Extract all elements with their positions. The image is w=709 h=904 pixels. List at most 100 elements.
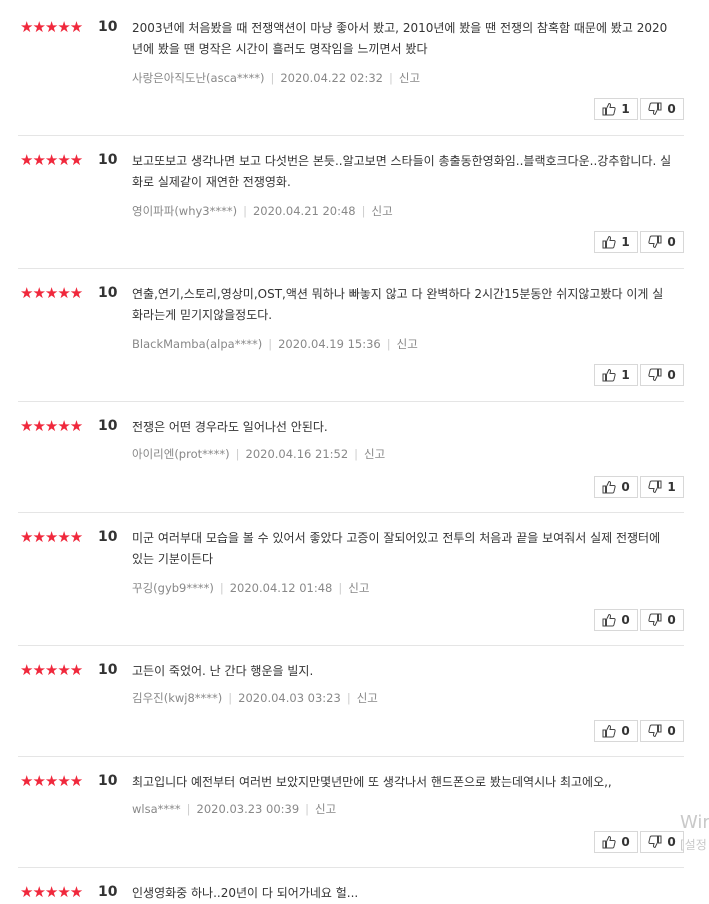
review-text: 고든이 죽었어. 난 간다 행운을 빌지. bbox=[132, 664, 314, 678]
review-item: ★★★★★ 10 2003년에 처음봤을 때 전쟁액션이 마냥 좋아서 봤고, … bbox=[18, 18, 684, 136]
review-text: 보고또보고 생각나면 보고 다섯번은 본듯..알고보면 스타들이 총출동한영화임… bbox=[132, 154, 672, 189]
thumbs-up-button[interactable]: 1 bbox=[594, 231, 638, 253]
score: 10 bbox=[98, 773, 118, 789]
review-meta: 아이리엔(prot****) | 2020.04.16 21:52 | 신고 bbox=[132, 446, 385, 462]
vote-buttons: 01 bbox=[592, 476, 684, 498]
star-rating: ★★★★★ bbox=[20, 772, 83, 790]
star-rating: ★★★★★ bbox=[20, 151, 83, 169]
thumbs-down-count: 0 bbox=[667, 368, 676, 382]
review-item: ★★★★★ 10 인생영화중 하나..20년이 다 되어가네요 헐... bbox=[18, 883, 684, 901]
report-link[interactable]: 신고 bbox=[399, 71, 420, 85]
review-item: ★★★★★ 10 미군 여러부대 모습을 볼 수 있어서 좋았다 고증이 잘되어… bbox=[18, 528, 684, 646]
user-name[interactable]: 사랑은아직도난(asca****) bbox=[132, 71, 264, 85]
thumbs-down-button[interactable]: 0 bbox=[640, 231, 684, 253]
thumbs-up-icon bbox=[602, 102, 616, 116]
user-name[interactable]: 아이리엔(prot****) bbox=[132, 447, 230, 461]
user-name[interactable]: 영이파파(why3****) bbox=[132, 204, 237, 218]
divider: | bbox=[270, 71, 275, 85]
star-rating: ★★★★★ bbox=[20, 417, 83, 435]
thumbs-up-count: 0 bbox=[621, 480, 630, 494]
thumbs-up-count: 0 bbox=[621, 835, 630, 849]
thumbs-down-icon bbox=[648, 368, 662, 382]
thumbs-down-count: 0 bbox=[667, 102, 676, 116]
thumbs-up-icon bbox=[602, 724, 616, 738]
thumbs-up-icon bbox=[602, 835, 616, 849]
thumbs-down-icon bbox=[648, 613, 662, 627]
review-item: ★★★★★ 10 보고또보고 생각나면 보고 다섯번은 본듯..알고보면 스타들… bbox=[18, 151, 684, 269]
thumbs-down-button[interactable]: 0 bbox=[640, 831, 684, 853]
vote-buttons: 00 bbox=[592, 831, 684, 853]
thumbs-up-icon bbox=[602, 613, 616, 627]
thumbs-up-count: 0 bbox=[621, 724, 630, 738]
user-name[interactable]: 꾸깅(gyb9****) bbox=[132, 581, 214, 595]
divider: | bbox=[228, 691, 233, 705]
divider: | bbox=[354, 447, 359, 461]
review-item: ★★★★★ 10 연출,연기,스토리,영상미,OST,액션 뭐하나 빠놓지 않고… bbox=[18, 284, 684, 402]
review-date: 2020.04.21 20:48 bbox=[252, 204, 356, 218]
review-item: ★★★★★ 10 최고입니다 예전부터 여러번 보았지만몇년만에 또 생각나서 … bbox=[18, 772, 684, 868]
activation-watermark: Wir bbox=[680, 812, 709, 833]
review-meta: 꾸깅(gyb9****) | 2020.04.12 01:48 | 신고 bbox=[132, 580, 369, 596]
score: 10 bbox=[98, 662, 118, 678]
thumbs-down-icon bbox=[648, 102, 662, 116]
thumbs-up-button[interactable]: 0 bbox=[594, 831, 638, 853]
divider: | bbox=[361, 204, 366, 218]
thumbs-up-button[interactable]: 0 bbox=[594, 720, 638, 742]
thumbs-down-icon bbox=[648, 835, 662, 849]
review-date: 2020.04.03 03:23 bbox=[238, 691, 341, 705]
review-item: ★★★★★ 10 고든이 죽었어. 난 간다 행운을 빌지. 김우진(kwj8*… bbox=[18, 661, 684, 757]
star-rating: ★★★★★ bbox=[20, 284, 83, 302]
vote-buttons: 10 bbox=[592, 231, 684, 253]
thumbs-down-button[interactable]: 0 bbox=[640, 98, 684, 120]
vote-buttons: 00 bbox=[592, 609, 684, 631]
activation-watermark-sub: [설정 bbox=[680, 838, 707, 852]
thumbs-down-count: 0 bbox=[667, 235, 676, 249]
thumbs-up-button[interactable]: 0 bbox=[594, 476, 638, 498]
vote-buttons: 10 bbox=[592, 364, 684, 386]
thumbs-down-count: 0 bbox=[667, 724, 676, 738]
review-date: 2020.04.12 01:48 bbox=[229, 581, 333, 595]
score: 10 bbox=[98, 418, 118, 434]
review-date: 2020.04.22 02:32 bbox=[280, 71, 383, 85]
thumbs-up-count: 0 bbox=[621, 613, 630, 627]
report-link[interactable]: 신고 bbox=[372, 204, 393, 218]
review-text: 전쟁은 어떤 경우라도 일어나선 안된다. bbox=[132, 420, 328, 434]
review-text: 미군 여러부대 모습을 볼 수 있어서 좋았다 고증이 잘되어있고 전투의 처음… bbox=[132, 531, 661, 566]
thumbs-down-count: 1 bbox=[667, 480, 676, 494]
report-link[interactable]: 신고 bbox=[348, 581, 369, 595]
divider: | bbox=[186, 802, 191, 816]
review-text: 연출,연기,스토리,영상미,OST,액션 뭐하나 빠놓지 않고 다 완벽하다 2… bbox=[132, 287, 664, 322]
vote-buttons: 00 bbox=[592, 720, 684, 742]
score: 10 bbox=[98, 152, 118, 168]
thumbs-down-count: 0 bbox=[667, 835, 676, 849]
user-name[interactable]: wlsa**** bbox=[132, 802, 181, 816]
divider: | bbox=[338, 581, 343, 595]
review-meta: 영이파파(why3****) | 2020.04.21 20:48 | 신고 bbox=[132, 203, 393, 219]
thumbs-up-button[interactable]: 1 bbox=[594, 98, 638, 120]
thumbs-up-button[interactable]: 0 bbox=[594, 609, 638, 631]
divider: | bbox=[268, 337, 273, 351]
review-item: ★★★★★ 10 전쟁은 어떤 경우라도 일어나선 안된다. 아이리엔(prot… bbox=[18, 417, 684, 513]
report-link[interactable]: 신고 bbox=[364, 447, 385, 461]
thumbs-down-button[interactable]: 0 bbox=[640, 609, 684, 631]
score: 10 bbox=[98, 884, 118, 900]
report-link[interactable]: 신고 bbox=[315, 802, 336, 816]
thumbs-down-icon bbox=[648, 724, 662, 738]
review-text: 2003년에 처음봤을 때 전쟁액션이 마냥 좋아서 봤고, 2010년에 봤을… bbox=[132, 21, 668, 56]
review-date: 2020.04.19 15:36 bbox=[278, 337, 381, 351]
review-text: 최고입니다 예전부터 여러번 보았지만몇년만에 또 생각나서 핸드폰으로 봤는데… bbox=[132, 775, 612, 789]
report-link[interactable]: 신고 bbox=[397, 337, 418, 351]
divider: | bbox=[235, 447, 240, 461]
report-link[interactable]: 신고 bbox=[357, 691, 378, 705]
divider: | bbox=[219, 581, 224, 595]
thumbs-down-button[interactable]: 1 bbox=[640, 476, 684, 498]
divider: | bbox=[243, 204, 247, 218]
thumbs-up-count: 1 bbox=[621, 102, 630, 116]
review-meta: BlackMamba(alpa****) | 2020.04.19 15:36 | 신고 bbox=[132, 336, 418, 352]
score: 10 bbox=[98, 19, 118, 35]
user-name[interactable]: BlackMamba(alpa****) bbox=[132, 337, 262, 351]
thumbs-up-button[interactable]: 1 bbox=[594, 364, 638, 386]
thumbs-down-button[interactable]: 0 bbox=[640, 364, 684, 386]
user-name[interactable]: 김우진(kwj8****) bbox=[132, 691, 222, 705]
thumbs-down-button[interactable]: 0 bbox=[640, 720, 684, 742]
